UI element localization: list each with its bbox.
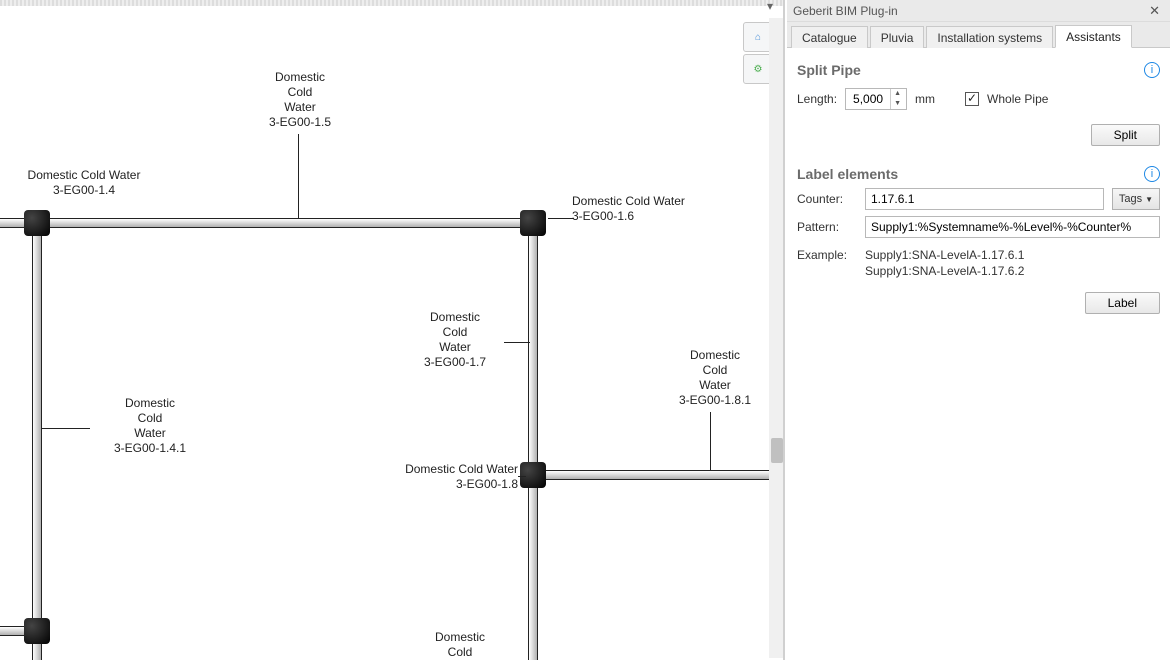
leader-line [518,476,526,477]
pipe-tag: Domestic Cold Water 3-EG00-1.8.1 [660,348,770,408]
drawing-canvas[interactable]: ▾ Domestic Cold Water 3-EG00-1.4 Domesti… [0,0,785,660]
panel-grip[interactable] [0,0,785,6]
length-row: Length: ▲ ▼ mm Whole Pipe [797,88,1160,110]
panel-titlebar: Geberit BIM Plug-in ✕ [787,0,1170,22]
length-input[interactable] [846,92,890,106]
close-icon[interactable]: ✕ [1145,3,1164,19]
pattern-label: Pattern: [797,220,857,234]
pipe-tag: Domestic Cold [410,630,510,660]
pipe-tag: Domestic Cold Water 3-EG00-1.7 [400,310,510,370]
pipe-tag: Domestic Cold Water 3-EG00-1.4.1 [90,396,210,456]
pipe-elbow-fitting[interactable] [520,210,546,236]
canvas-menu-chevron-icon[interactable]: ▾ [767,0,773,13]
panel-body: Split Pipe i Length: ▲ ▼ mm Whole Pipe S… [787,48,1170,660]
pattern-row: Pattern: [797,216,1160,238]
leader-line [42,428,90,429]
pipe-tag: Domestic Cold Water 3-EG00-1.8 [368,462,518,492]
pipe-tag: Domestic Cold Water 3-EG00-1.6 [572,194,732,224]
example-line-2: Supply1:SNA-LevelA-1.17.6.2 [865,264,1160,278]
pipe-segment[interactable] [528,226,538,660]
tab-pluvia[interactable]: Pluvia [870,26,925,48]
info-icon[interactable]: i [1144,166,1160,182]
tab-catalogue[interactable]: Catalogue [791,26,868,48]
tab-installation-systems[interactable]: Installation systems [926,26,1053,48]
plugin-panel: Geberit BIM Plug-in ✕ Catalogue Pluvia I… [787,0,1170,660]
counter-label: Counter: [797,192,857,206]
unit-label: mm [915,92,935,106]
leader-line [504,342,530,343]
pipe-segment[interactable] [536,470,785,480]
tab-assistants[interactable]: Assistants [1055,25,1132,48]
spin-down-icon[interactable]: ▼ [891,99,904,109]
info-icon[interactable]: i [1144,62,1160,78]
section-label-elements-header: Label elements i [797,166,1160,182]
section-split-pipe-header: Split Pipe i [797,62,1160,78]
leader-line [298,134,299,218]
example-label: Example: [797,248,857,262]
pipe-tee-fitting[interactable] [520,462,546,488]
tags-button-label: Tags [1119,193,1142,205]
leader-line [548,218,574,219]
whole-pipe-label: Whole Pipe [987,92,1048,106]
counter-row: Counter: Tags ▼ [797,188,1160,210]
length-stepper[interactable]: ▲ ▼ [845,88,907,110]
panel-title: Geberit BIM Plug-in [793,4,1145,18]
counter-input[interactable] [865,188,1104,210]
whole-pipe-checkbox[interactable] [965,92,979,106]
scrollbar-thumb[interactable] [771,438,783,463]
pipe-tag: Domestic Cold Water 3-EG00-1.5 [250,70,350,130]
vertical-scrollbar[interactable] [769,18,785,658]
split-button[interactable]: Split [1091,124,1160,146]
pipe-tee-fitting[interactable] [24,210,50,236]
example-line-1: Supply1:SNA-LevelA-1.17.6.1 [865,248,1160,262]
example-block: Example: Supply1:SNA-LevelA-1.17.6.1 Sup… [797,248,1160,278]
spin-up-icon[interactable]: ▲ [891,89,904,99]
pipe-segment[interactable] [0,218,538,228]
pipe-tag: Domestic Cold Water 3-EG00-1.4 [4,168,164,198]
pipe-segment[interactable] [32,226,42,660]
label-button[interactable]: Label [1085,292,1160,314]
length-label: Length: [797,92,837,106]
section-title: Split Pipe [797,62,861,78]
tags-dropdown-button[interactable]: Tags ▼ [1112,188,1160,210]
tab-strip: Catalogue Pluvia Installation systems As… [787,22,1170,48]
section-title: Label elements [797,166,898,182]
leader-line [710,412,711,470]
pipe-elbow-fitting[interactable] [24,618,50,644]
pattern-input[interactable] [865,216,1160,238]
chevron-down-icon: ▼ [1145,195,1153,204]
